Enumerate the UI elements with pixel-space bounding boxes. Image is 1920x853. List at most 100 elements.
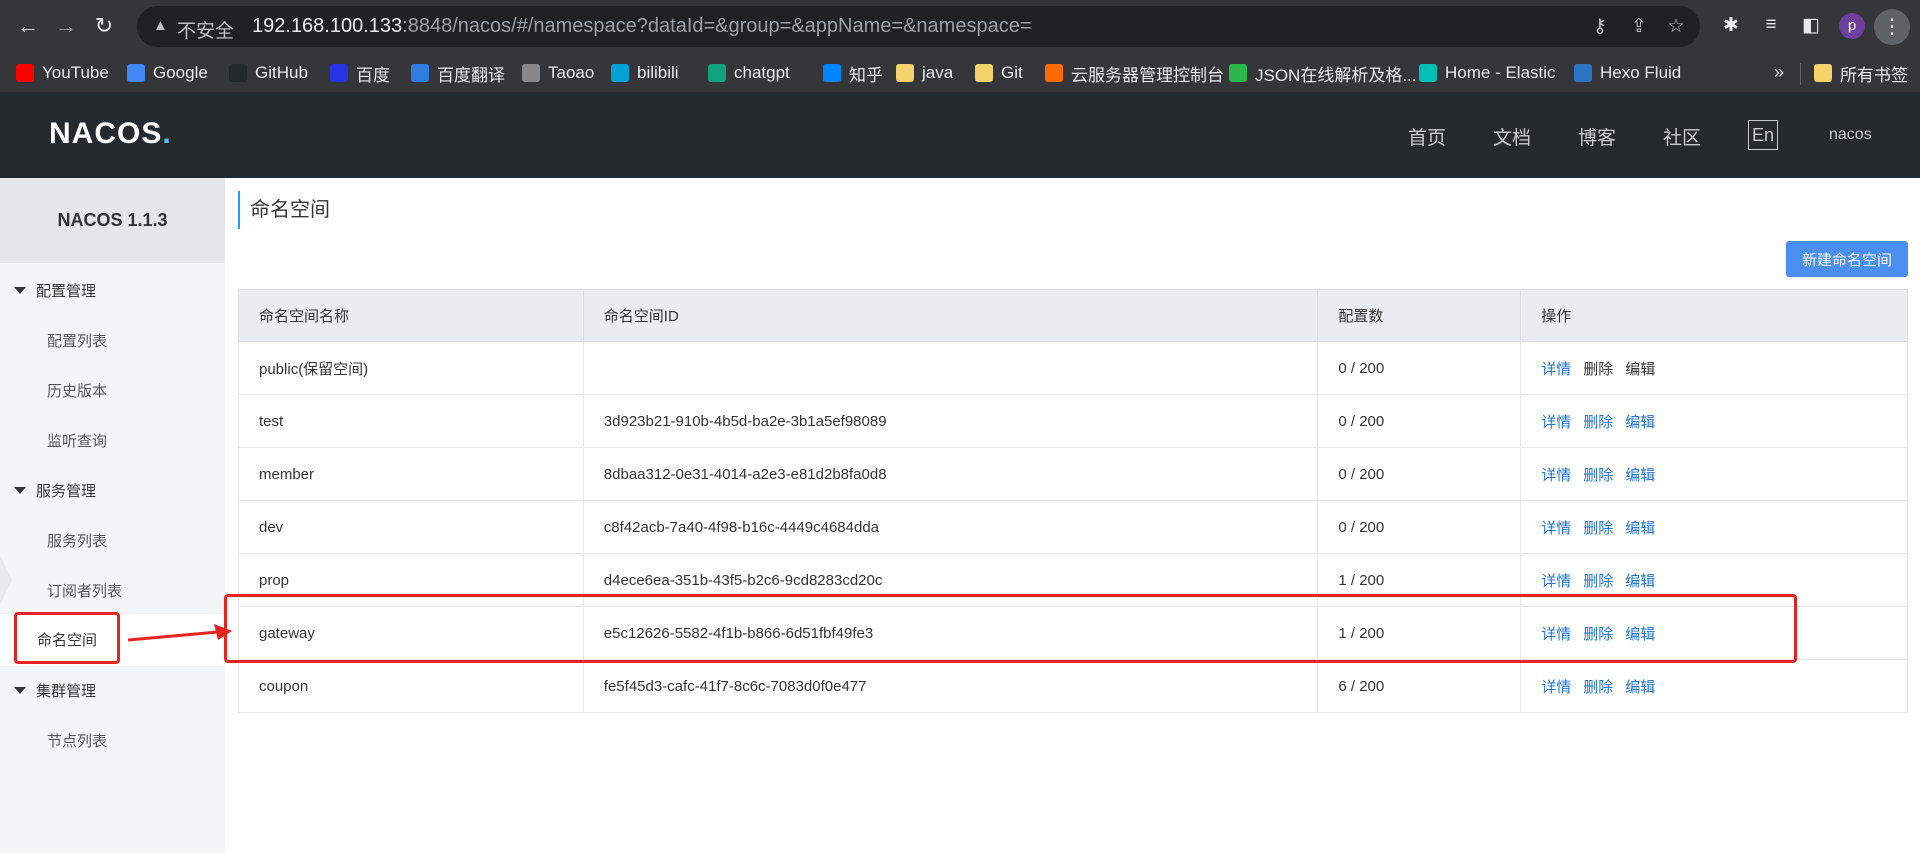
bookmarks-overflow-icon[interactable]: » [1774, 62, 1784, 83]
nav-home[interactable]: 首页 [1408, 123, 1446, 150]
bookmark-label: Home - Elastic [1445, 63, 1556, 82]
namespace-id-cell: c8f42acb-7a40-4f98-b16c-4449c4684dda [582, 500, 1319, 554]
config-count-cell: 6 / 200 [1317, 659, 1522, 713]
nav-blog[interactable]: 博客 [1578, 123, 1616, 150]
delete-link[interactable]: 删除 [1583, 361, 1613, 378]
delete-link[interactable]: 删除 [1583, 467, 1613, 484]
nacos-logo[interactable]: NACOS. [49, 117, 172, 151]
bookmark-1[interactable]: Google [127, 53, 208, 93]
col-header-count[interactable]: 配置数 [1317, 289, 1522, 342]
edit-link[interactable]: 编辑 [1625, 467, 1655, 484]
sidebar-group-cluster[interactable]: 集群管理 [14, 680, 96, 701]
extensions-icon[interactable]: ✱ [1718, 14, 1744, 37]
key-icon[interactable]: ⚷ [1588, 15, 1612, 38]
chatgpt-icon [708, 64, 726, 82]
menu-icon[interactable]: ⋮ [1874, 9, 1910, 45]
browser-toolbar: ← → ↻ ▲ 不安全 192.168.100.133:8848/nacos/#… [0, 0, 1920, 53]
url-text[interactable]: 192.168.100.133:8848/nacos/#/namespace?d… [252, 15, 1032, 38]
back-icon[interactable]: ← [12, 10, 44, 42]
namespace-name-cell: member [238, 447, 584, 501]
hexo-icon [1574, 64, 1592, 82]
bookmark-13[interactable]: Home - Elastic [1419, 53, 1556, 93]
col-header-id[interactable]: 命名空间ID [582, 289, 1319, 342]
actions-cell: 详情 删除 编辑 [1520, 447, 1908, 501]
star-icon[interactable]: ☆ [1664, 15, 1688, 38]
media-icon[interactable]: ≡ [1758, 14, 1784, 36]
actions-cell: 详情 删除 编辑 [1520, 394, 1908, 448]
bookmark-0[interactable]: YouTube [16, 53, 109, 93]
bookmark-12[interactable]: JSON在线解析及格... [1229, 53, 1417, 93]
warning-icon: ▲ [153, 17, 168, 34]
sidebar-item-config-list[interactable]: 配置列表 [47, 330, 107, 351]
reload-icon[interactable]: ↻ [88, 10, 120, 42]
aliyun-icon [1045, 64, 1063, 82]
folder-icon [896, 64, 914, 82]
profile-avatar[interactable]: p [1839, 13, 1865, 39]
edit-link[interactable]: 编辑 [1625, 573, 1655, 590]
app-header: NACOS. 首页 文档 博客 社区 En nacos [0, 93, 1920, 178]
new-namespace-button[interactable]: 新建命名空间 [1786, 241, 1908, 277]
edit-link[interactable]: 编辑 [1625, 679, 1655, 696]
taoao-icon [522, 64, 540, 82]
bookmark-10[interactable]: Git [975, 53, 1023, 93]
col-header-name[interactable]: 命名空间名称 [238, 289, 584, 342]
address-bar[interactable]: ▲ 不安全 192.168.100.133:8848/nacos/#/names… [137, 6, 1700, 47]
bookmark-4[interactable]: 百度翻译 [411, 53, 505, 93]
highlight-sidebar-namespace [14, 612, 120, 664]
detail-link[interactable]: 详情 [1541, 467, 1571, 484]
all-bookmarks[interactable]: 所有书签 [1814, 53, 1908, 93]
namespace-name-cell: coupon [238, 659, 584, 713]
nav-community[interactable]: 社区 [1663, 123, 1701, 150]
sidebar-group-service[interactable]: 服务管理 [14, 480, 96, 501]
detail-link[interactable]: 详情 [1541, 361, 1571, 378]
bookmark-9[interactable]: java [896, 53, 953, 93]
page-title-block: 命名空间 [238, 191, 330, 229]
sidebar-item-nodes[interactable]: 节点列表 [47, 730, 107, 751]
bookmark-11[interactable]: 云服务器管理控制台 [1045, 53, 1224, 93]
bookmark-3[interactable]: 百度 [330, 53, 390, 93]
side-panel-icon[interactable]: ◧ [1798, 14, 1824, 37]
edit-link[interactable]: 编辑 [1625, 361, 1655, 378]
user-menu[interactable]: nacos [1829, 126, 1872, 144]
bookmark-5[interactable]: Taoao [522, 53, 594, 93]
forward-icon[interactable]: → [50, 10, 82, 42]
edit-link[interactable]: 编辑 [1625, 414, 1655, 431]
delete-link[interactable]: 删除 [1583, 414, 1613, 431]
caret-down-icon [14, 687, 26, 694]
share-icon[interactable]: ⇪ [1627, 15, 1651, 38]
page-title: 命名空间 [250, 199, 330, 221]
namespace-name-cell: public(保留空间) [238, 341, 584, 395]
sidebar-group-config[interactable]: 配置管理 [14, 280, 96, 301]
delete-link[interactable]: 删除 [1583, 520, 1613, 537]
bookmark-7[interactable]: chatgpt [708, 53, 790, 93]
bookmark-label: Git [1001, 63, 1023, 82]
detail-link[interactable]: 详情 [1541, 573, 1571, 590]
bookmark-6[interactable]: bilibili [611, 53, 679, 93]
edit-link[interactable]: 编辑 [1625, 520, 1655, 537]
bookmark-2[interactable]: GitHub [229, 53, 308, 93]
sidebar-item-service-list[interactable]: 服务列表 [47, 530, 107, 551]
bookmark-8[interactable]: 知乎 [823, 53, 883, 93]
detail-link[interactable]: 详情 [1541, 679, 1571, 696]
delete-link[interactable]: 删除 [1583, 573, 1613, 590]
bookmarks-divider [1800, 63, 1801, 85]
table-row: dev c8f42acb-7a40-4f98-b16c-4449c4684dda 0… [238, 500, 1908, 554]
language-toggle[interactable]: En [1748, 120, 1778, 150]
bookmark-label: Hexo Fluid [1600, 63, 1682, 82]
bookmark-14[interactable]: Hexo Fluid [1574, 53, 1681, 93]
sidebar: NACOS 1.1.3 配置管理 配置列表 历史版本 监听查询 服务管理 服务列… [0, 178, 225, 853]
bookmark-label: 云服务器管理控制台 [1071, 65, 1224, 85]
baidu-icon [330, 64, 348, 82]
delete-link[interactable]: 删除 [1583, 679, 1613, 696]
nav-docs[interactable]: 文档 [1493, 123, 1531, 150]
actions-cell: 详情 删除 编辑 [1520, 500, 1908, 554]
sidebar-item-subscribers[interactable]: 订阅者列表 [47, 580, 122, 601]
detail-link[interactable]: 详情 [1541, 520, 1571, 537]
caret-down-icon [14, 487, 26, 494]
youtube-icon [16, 64, 34, 82]
sidebar-item-listener[interactable]: 监听查询 [47, 430, 107, 451]
detail-link[interactable]: 详情 [1541, 414, 1571, 431]
sidebar-group-label: 服务管理 [36, 483, 97, 500]
bookmark-label: GitHub [255, 63, 308, 82]
sidebar-item-history[interactable]: 历史版本 [47, 380, 107, 401]
